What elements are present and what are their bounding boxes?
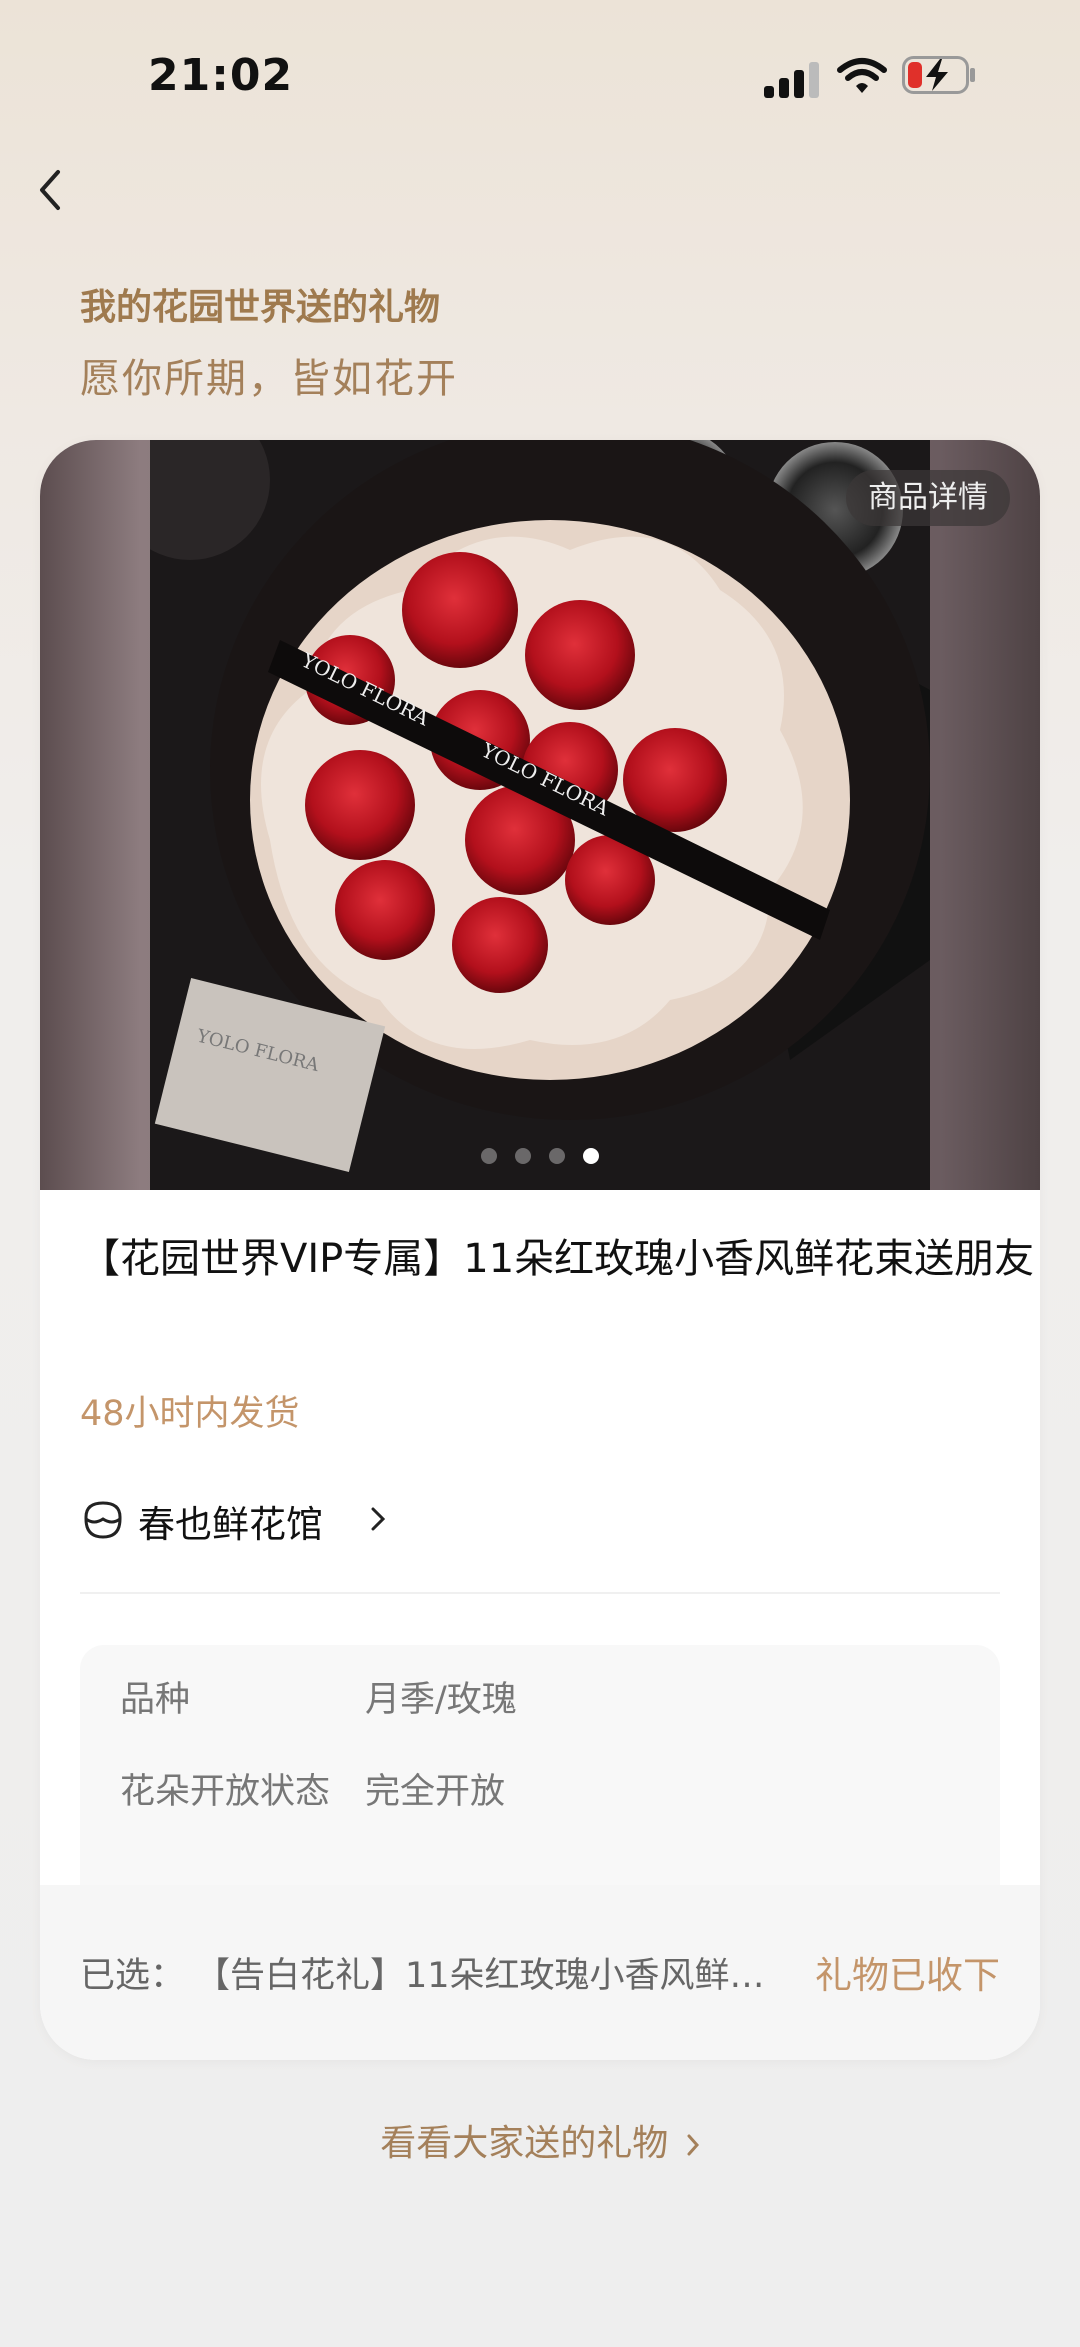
gift-card: YOLO FLORA YOLO FLORA YOLO FLORA 商品详情 【花…: [40, 440, 1040, 2060]
selection-bar: 已选： 【告白花礼】11朵红玫瑰小香风鲜花束送朋友 礼物已收下: [40, 1885, 1040, 2060]
attribute-value: 完全开放: [365, 1772, 506, 1812]
product-details-button[interactable]: 商品详情: [846, 470, 1010, 526]
gift-received-button[interactable]: 礼物已收下: [815, 1945, 1000, 1999]
product-title: 【花园世界VIP专属】11朵红玫瑰小香风鲜花束送朋友: [80, 1236, 1035, 1282]
carousel-dot[interactable]: [481, 1148, 497, 1164]
shop-name: 春也鲜花馆: [138, 1503, 323, 1546]
carousel-dot[interactable]: [515, 1148, 531, 1164]
carousel-indicator: [40, 1148, 1040, 1168]
chevron-left-icon: [40, 170, 60, 210]
back-button[interactable]: [30, 160, 80, 230]
status-bar: 21:02: [0, 0, 1080, 150]
battery-charging-icon: [902, 56, 975, 94]
carousel-dot-active[interactable]: [583, 1148, 599, 1164]
see-others-gifts-link[interactable]: 看看大家送的礼物: [0, 2114, 1080, 2166]
see-others-label: 看看大家送的礼物: [380, 2123, 669, 2164]
divider: [80, 1592, 1000, 1594]
product-image-carousel[interactable]: YOLO FLORA YOLO FLORA YOLO FLORA 商品详情: [40, 440, 1040, 1190]
signal-icon: [764, 62, 822, 98]
carousel-dot[interactable]: [549, 1148, 565, 1164]
status-time: 21:02: [148, 50, 294, 101]
attribute-value: 月季/玫瑰: [365, 1680, 517, 1720]
gift-wish-text: 愿你所期，皆如花开: [80, 356, 458, 402]
shipping-info: 48小时内发货: [80, 1394, 300, 1434]
product-photo: YOLO FLORA YOLO FLORA YOLO FLORA: [150, 440, 930, 1190]
gift-from-label: 我的花园世界送的礼物: [80, 287, 441, 328]
wifi-icon: [837, 58, 887, 93]
chevron-right-icon: [687, 2134, 699, 2156]
shop-icon: [84, 1501, 122, 1539]
attribute-key: 品种: [120, 1680, 191, 1720]
chevron-right-icon: [371, 1507, 386, 1531]
selected-value[interactable]: 【告白花礼】11朵红玫瑰小香风鲜花束送朋友: [195, 1947, 795, 1998]
selected-label: 已选：: [80, 1956, 186, 1996]
attribute-key: 花朵开放状态: [120, 1772, 331, 1812]
